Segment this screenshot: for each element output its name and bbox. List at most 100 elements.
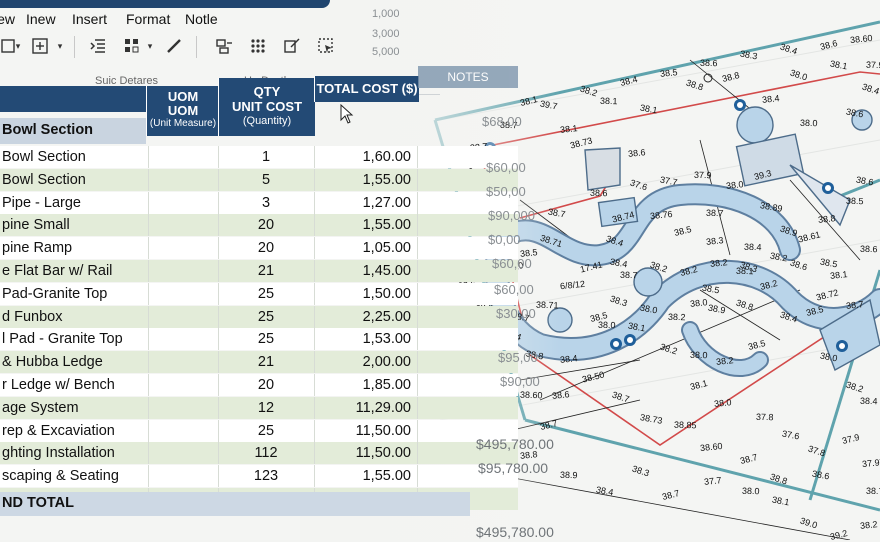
elevation-label: 38.7: [845, 299, 865, 311]
uom-cell[interactable]: [146, 419, 219, 442]
menu-format[interactable]: Format: [126, 11, 170, 27]
edit-frame-button[interactable]: [280, 35, 304, 57]
qty-cell[interactable]: 20: [218, 237, 315, 260]
total-cost-cell[interactable]: 1,55.00: [314, 214, 418, 237]
total-cost-cell[interactable]: 1,85.00: [314, 374, 418, 396]
uom-cell[interactable]: [146, 282, 219, 305]
menu-note[interactable]: Notle: [185, 11, 218, 27]
chart-button[interactable]: [212, 35, 236, 57]
item-cell[interactable]: d Funbox: [0, 305, 149, 328]
uom-cell[interactable]: [146, 191, 219, 214]
notes-cell[interactable]: [418, 397, 518, 419]
total-cost-cell[interactable]: 11,50.00: [314, 419, 418, 442]
indent-button[interactable]: [86, 35, 110, 57]
table-row[interactable]: Bowl Section 1 1,60.00: [0, 146, 518, 168]
item-cell[interactable]: Pad-Granite Top: [0, 282, 149, 305]
qty-cell[interactable]: 123: [218, 465, 315, 488]
item-cell[interactable]: & Hubba Ledge: [0, 351, 149, 374]
table-row[interactable]: & Hubba Ledge 21 2,00.00: [0, 351, 518, 374]
qty-cell[interactable]: 1: [218, 146, 315, 168]
item-cell[interactable]: pine Small: [0, 214, 149, 237]
qty-cell[interactable]: 25: [218, 305, 315, 328]
qty-cell[interactable]: 3: [218, 191, 315, 214]
total-cost-cell[interactable]: 1,55.00: [314, 465, 418, 488]
qty-cell[interactable]: 21: [218, 351, 315, 374]
table-row[interactable]: rep & Excaviation 25 11,50.00: [0, 419, 518, 442]
item-cell[interactable]: rep & Excaviation: [0, 419, 149, 442]
total-cost-cell[interactable]: 1,60.00: [314, 146, 418, 168]
menu-new[interactable]: Inew: [26, 11, 56, 27]
table-row[interactable]: age System 12 11,29.00: [0, 396, 518, 419]
qty-cell[interactable]: 21: [218, 260, 315, 282]
table-row[interactable]: Bowl Section 5 1,55.00: [0, 168, 518, 191]
item-cell[interactable]: Pipe - Large: [0, 191, 149, 214]
table-row[interactable]: ghting Installation 112 11,50.00: [0, 442, 518, 465]
pencil-button[interactable]: [162, 35, 186, 57]
qty-cell[interactable]: 25: [218, 328, 315, 351]
notes-cell[interactable]: [418, 328, 518, 350]
total-cost-cell[interactable]: 1,27.00: [314, 191, 418, 214]
total-cost-cell[interactable]: 1,55.00: [314, 168, 418, 191]
chevron-down-icon[interactable]: ▾: [144, 35, 156, 57]
qty-cell[interactable]: 25: [218, 282, 315, 305]
table-row[interactable]: e Flat Bar w/ Rail 21 1,45.00: [0, 260, 518, 282]
table-row[interactable]: d Funbox 25 2,25.00: [0, 305, 518, 328]
table-row[interactable]: Pipe - Large 3 1,27.00: [0, 191, 518, 214]
table-row[interactable]: pine Ramp 20 1,05.00: [0, 237, 518, 260]
total-cost-cell[interactable]: 2,00.00: [314, 351, 418, 374]
item-cell[interactable]: pine Ramp: [0, 237, 149, 260]
item-cell[interactable]: Bowl Section: [0, 168, 149, 191]
total-cost-cell[interactable]: 11,29.00: [314, 396, 418, 419]
table-row[interactable]: Pad-Granite Top 25 1,50.00: [0, 282, 518, 305]
uom-cell[interactable]: [146, 146, 219, 168]
uom-cell[interactable]: [146, 237, 219, 260]
qty-cell[interactable]: 25: [218, 419, 315, 442]
select-button[interactable]: [314, 35, 338, 57]
uom-cell[interactable]: [146, 351, 219, 374]
item-cell[interactable]: l Pad - Granite Top: [0, 328, 149, 351]
uom-cell[interactable]: [146, 328, 219, 351]
total-cost-cell[interactable]: 2,25.00: [314, 305, 418, 328]
item-cell[interactable]: age System: [0, 396, 149, 419]
uom-cell[interactable]: [146, 168, 219, 191]
menu-insert[interactable]: Insert: [72, 11, 107, 27]
item-cell[interactable]: Bowl Section: [0, 146, 149, 168]
item-cell[interactable]: scaping & Seating: [0, 465, 149, 488]
ghost-value: $95,00: [498, 350, 538, 365]
uom-cell[interactable]: [146, 214, 219, 237]
uom-cell[interactable]: [146, 260, 219, 282]
menu-view[interactable]: iew: [0, 11, 15, 27]
uom-cell[interactable]: [146, 465, 219, 488]
item-cell[interactable]: e Flat Bar w/ Rail: [0, 260, 149, 282]
qty-cell[interactable]: 12: [218, 396, 315, 419]
total-cost-cell[interactable]: 1,45.00: [314, 260, 418, 282]
qty-cell[interactable]: 20: [218, 374, 315, 396]
chevron-down-icon[interactable]: ▾: [54, 35, 66, 57]
qty-cell[interactable]: 20: [218, 214, 315, 237]
item-cell[interactable]: ghting Installation: [0, 442, 149, 465]
total-cost-cell[interactable]: 1,53.00: [314, 328, 418, 351]
table-row[interactable]: scaping & Seating 123 1,55.00: [0, 465, 518, 488]
qty-cell[interactable]: 112: [218, 442, 315, 465]
section-title: Bowl Section: [2, 122, 94, 138]
item-cell[interactable]: r Ledge w/ Bench: [0, 374, 149, 396]
table-row[interactable]: r Ledge w/ Bench 20 1,85.00: [0, 374, 518, 396]
uom-cell[interactable]: [146, 374, 219, 396]
elevation-label: 38.6: [627, 147, 647, 159]
elevation-label: 38.4: [559, 353, 579, 365]
insert-box-button[interactable]: [28, 35, 52, 57]
chevron-down-icon[interactable]: ▾: [12, 35, 24, 57]
table-row[interactable]: pine Small 20 1,55.00: [0, 214, 518, 237]
uom-cell[interactable]: [146, 396, 219, 419]
grid-button[interactable]: [246, 35, 270, 57]
qty-cell[interactable]: 5: [218, 168, 315, 191]
elevation-label: 38.5: [845, 195, 864, 207]
uom-cell[interactable]: [146, 305, 219, 328]
arrange-button[interactable]: [120, 35, 144, 57]
total-cost-cell[interactable]: 1,50.00: [314, 282, 418, 305]
table-row[interactable]: l Pad - Granite Top 25 1,53.00: [0, 328, 518, 351]
total-cost-cell[interactable]: 11,50.00: [314, 442, 418, 465]
total-cost-cell[interactable]: 1,05.00: [314, 237, 418, 260]
uom-cell[interactable]: [146, 442, 219, 465]
elevation-label: 37.9: [693, 169, 712, 181]
